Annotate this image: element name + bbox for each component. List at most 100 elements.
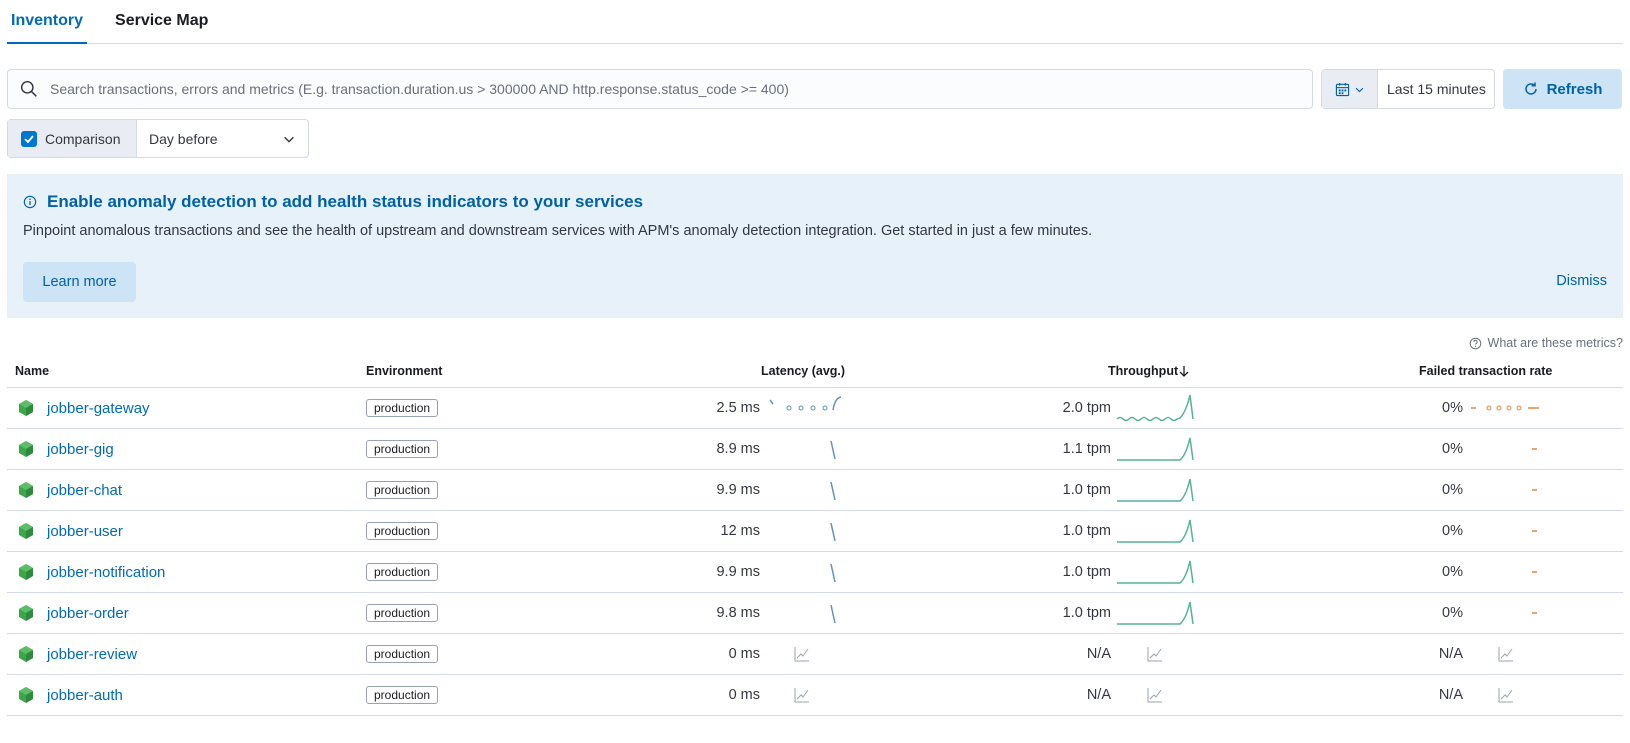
latency-sparkline [830, 522, 836, 542]
latency-sparkline [830, 563, 836, 583]
service-icon [19, 441, 33, 457]
failed-rate-sparkline [1471, 405, 1539, 411]
dismiss-button[interactable]: Dismiss [1556, 273, 1607, 289]
environment-cell: production [366, 675, 439, 715]
callout-title: Enable anomaly detection to add health s… [23, 192, 643, 212]
refresh-label: Refresh [1546, 80, 1603, 98]
environment-cell: production [366, 388, 439, 428]
comparison-checkbox[interactable] [21, 130, 37, 147]
chevron-down-icon [1355, 87, 1363, 92]
failed-rate-value: 0% [1442, 482, 1463, 498]
header-name[interactable]: Name [15, 364, 49, 378]
services-table: Name Environment Latency (avg.) Throughp… [7, 352, 1623, 716]
failed-rate-value: N/A [1438, 646, 1463, 662]
throughput-sparkline [1117, 437, 1194, 461]
service-name-cell: jobber-user [17, 511, 123, 551]
latency-sparkline [769, 396, 842, 411]
tab-service-map[interactable]: Service Map [111, 0, 212, 44]
callout-title-text: Enable anomaly detection to add health s… [47, 192, 644, 211]
search-icon [20, 80, 37, 97]
empty-chart-icon [1498, 647, 1513, 662]
failed-rate-value: 0% [1442, 605, 1463, 621]
failed-rate-sparkline [1532, 448, 1537, 450]
header-failed-rate[interactable]: Failed transaction rate [1419, 364, 1552, 378]
throughput-sparkline [1116, 394, 1194, 422]
throughput-value: 2.0 tpm [1062, 400, 1111, 416]
comparison-control: Comparison Day before [7, 119, 309, 158]
throughput-sparkline [1117, 478, 1194, 502]
failed-rate-sparkline [1532, 571, 1537, 573]
environment-badge: production [366, 481, 439, 499]
failed-rate-sparkline [1532, 612, 1537, 614]
environment-cell: production [366, 429, 439, 469]
header-throughput[interactable]: Throughput [1108, 364, 1178, 378]
service-link[interactable]: jobber-user [47, 523, 123, 540]
throughput-value: 1.1 tpm [1062, 441, 1111, 457]
comparison-toggle[interactable]: Comparison [8, 120, 137, 157]
chevron-down-icon [284, 136, 294, 143]
search-bar[interactable] [7, 69, 1313, 109]
latency-value: 0 ms [728, 687, 760, 703]
throughput-sparkline [1117, 601, 1194, 625]
throughput-sparkline [1117, 519, 1194, 543]
latency-sparkline [830, 481, 836, 501]
learn-more-button[interactable]: Learn more [23, 262, 136, 302]
latency-value: 9.9 ms [716, 482, 760, 498]
tab-inventory[interactable]: Inventory [7, 0, 88, 44]
service-link[interactable]: jobber-order [47, 605, 129, 622]
table-row: jobber-auth production 0 ms N/A N/A [7, 675, 1623, 716]
throughput-value: N/A [1086, 687, 1111, 703]
search-input[interactable] [48, 80, 1312, 98]
check-icon [24, 134, 34, 143]
service-icon [19, 523, 33, 539]
failed-rate-value: N/A [1438, 687, 1463, 703]
service-link[interactable]: jobber-review [47, 646, 137, 663]
service-name-cell: jobber-gig [17, 429, 114, 469]
service-name-cell: jobber-order [17, 593, 129, 633]
empty-chart-icon [1498, 688, 1513, 703]
table-header: Name Environment Latency (avg.) Throughp… [7, 352, 1623, 388]
anomaly-detection-callout: Enable anomaly detection to add health s… [7, 174, 1623, 318]
failed-rate-value: 0% [1442, 400, 1463, 416]
failed-rate-value: 0% [1442, 564, 1463, 580]
latency-value: 9.9 ms [716, 564, 760, 580]
table-row: jobber-gig production 8.9 ms 1.1 tpm 0% [7, 429, 1623, 470]
latency-value: 9.8 ms [716, 605, 760, 621]
header-latency[interactable]: Latency (avg.) [761, 364, 845, 378]
header-environment[interactable]: Environment [366, 364, 442, 378]
date-picker[interactable]: Last 15 minutes [1321, 69, 1495, 109]
quick-select-button[interactable] [1322, 70, 1378, 108]
environment-cell: production [366, 552, 439, 592]
throughput-sparkline [1117, 560, 1194, 584]
latency-sparkline [830, 440, 836, 460]
comparison-select[interactable]: Day before [137, 131, 308, 147]
throughput-value: 1.0 tpm [1062, 482, 1111, 498]
info-icon [23, 195, 37, 209]
environment-badge: production [366, 686, 439, 704]
service-link[interactable]: jobber-auth [47, 687, 123, 704]
question-icon [1469, 337, 1481, 349]
empty-chart-icon [1147, 688, 1162, 703]
calendar-icon [1335, 82, 1349, 96]
table-row: jobber-gateway production 2.5 ms 2.0 tpm… [7, 388, 1623, 429]
environment-cell: production [366, 593, 439, 633]
service-link[interactable]: jobber-notification [47, 564, 165, 581]
latency-value: 0 ms [728, 646, 760, 662]
table-row: jobber-review production 0 ms N/A N/A [7, 634, 1623, 675]
metrics-help-link[interactable]: What are these metrics? [1469, 336, 1623, 350]
table-body: jobber-gateway production 2.5 ms 2.0 tpm… [7, 388, 1623, 716]
failed-rate-sparkline [1532, 489, 1537, 491]
service-link[interactable]: jobber-gateway [47, 400, 150, 417]
throughput-value: 1.0 tpm [1062, 605, 1111, 621]
service-link[interactable]: jobber-gig [47, 441, 114, 458]
environment-badge: production [366, 522, 439, 540]
callout-body: Pinpoint anomalous transactions and see … [23, 223, 1093, 239]
service-link[interactable]: jobber-chat [47, 482, 122, 499]
environment-cell: production [366, 511, 439, 551]
apm-services-page: Inventory Service Map Last 15 minutes [0, 0, 1630, 743]
date-range-label[interactable]: Last 15 minutes [1378, 81, 1486, 97]
service-icon [19, 605, 33, 621]
refresh-button[interactable]: Refresh [1503, 69, 1622, 109]
latency-value: 12 ms [720, 523, 761, 539]
environment-badge: production [366, 399, 439, 417]
